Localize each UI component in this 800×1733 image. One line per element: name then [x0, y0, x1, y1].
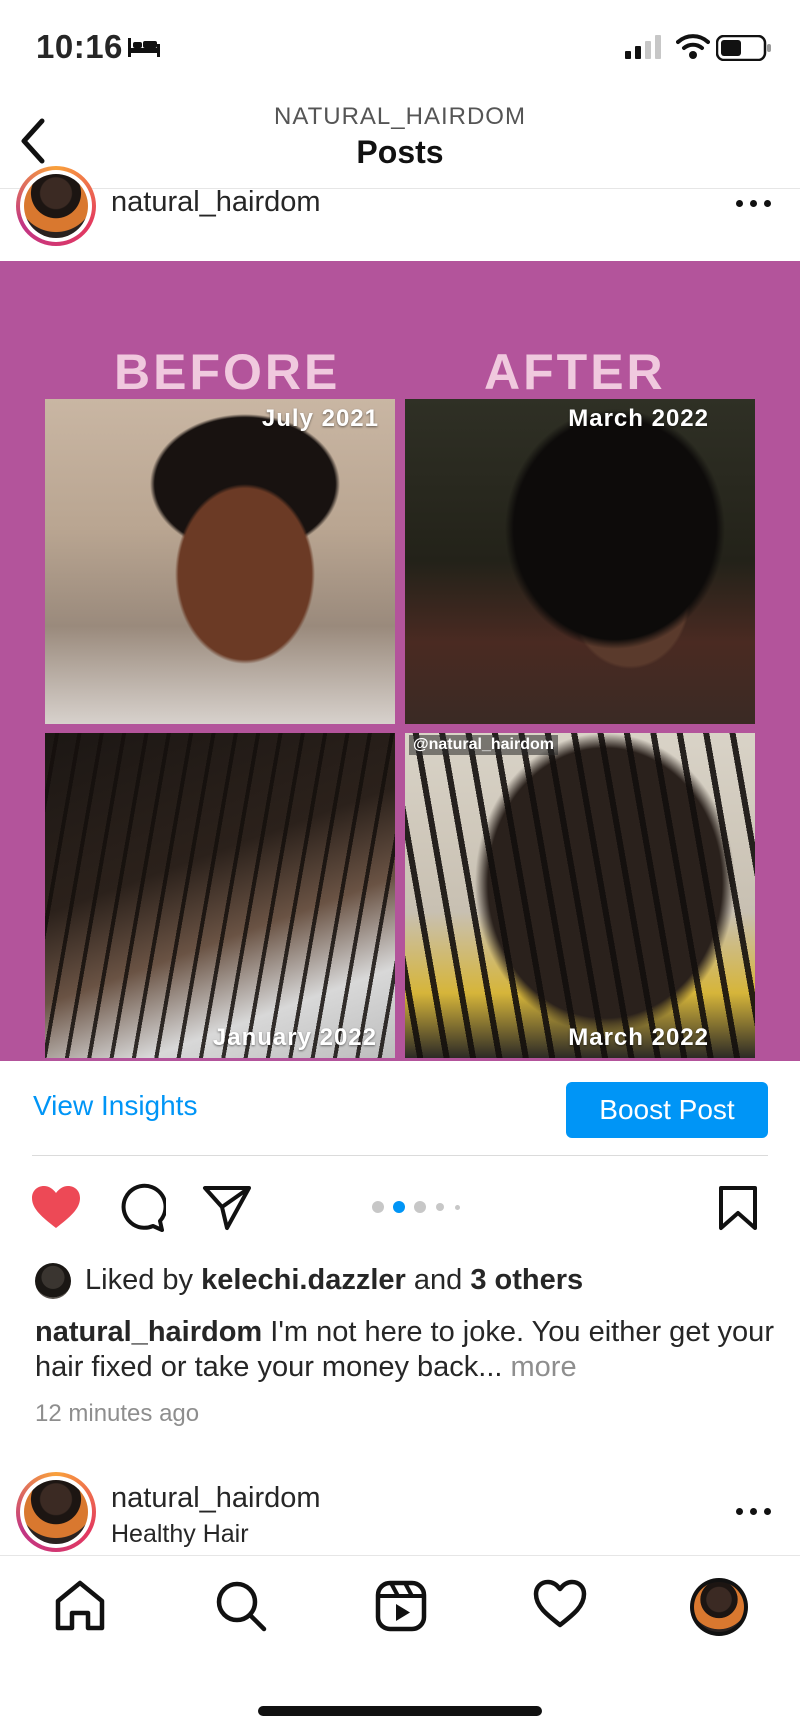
likes-prefix: Liked by [85, 1264, 194, 1296]
signal-icon [625, 35, 661, 59]
liker-username[interactable]: kelechi.dazzler [201, 1264, 406, 1296]
watermark: @natural_hairdom [409, 735, 558, 755]
post-caption: natural_hairdom I'm not here to joke. Yo… [35, 1315, 775, 1385]
comment-icon[interactable] [116, 1183, 166, 1233]
photo-date: March 2022 [568, 405, 709, 432]
post-image[interactable]: BEFORE AFTER July 2021 March 2022 Januar… [0, 261, 800, 1061]
next-post-username[interactable]: natural_hairdom [111, 1482, 321, 1515]
home-indicator[interactable] [258, 1706, 542, 1716]
photo-march-2022-b: @natural_hairdom March 2022 [405, 733, 755, 1058]
photo-date: March 2022 [568, 1024, 709, 1051]
liker-avatar[interactable] [35, 1263, 71, 1299]
post-username[interactable]: natural_hairdom [111, 186, 321, 219]
share-send-icon[interactable] [202, 1185, 252, 1231]
next-post-subtitle: Healthy Hair [111, 1520, 249, 1548]
reels-icon[interactable] [374, 1579, 428, 1633]
photo-date: January 2022 [212, 1024, 377, 1051]
battery-icon [716, 35, 771, 61]
photo-date: July 2021 [261, 405, 379, 432]
photo-march-2022-a: March 2022 [405, 399, 755, 724]
post-more-options-icon[interactable] [736, 200, 772, 210]
activity-heart-icon[interactable] [533, 1579, 587, 1629]
before-label: BEFORE [114, 344, 341, 400]
wifi-icon [676, 34, 710, 59]
status-time: 10:16 [36, 28, 123, 65]
after-label: AFTER [484, 344, 666, 400]
likes-others[interactable]: 3 others [470, 1264, 583, 1296]
bookmark-icon[interactable] [718, 1185, 758, 1231]
profile-avatar[interactable] [690, 1578, 748, 1636]
likes-connector: and [413, 1264, 463, 1296]
page-title: Posts [356, 134, 444, 170]
home-icon[interactable] [53, 1579, 107, 1633]
post-avatar[interactable] [16, 166, 96, 246]
divider [32, 1155, 768, 1156]
boost-post-button[interactable]: Boost Post [566, 1082, 768, 1138]
search-icon[interactable] [214, 1579, 268, 1633]
photo-january-2022: January 2022 [45, 733, 395, 1058]
header-subtitle: NATURAL_HAIRDOM [274, 103, 526, 130]
bed-icon [128, 38, 160, 57]
photo-july-2021: July 2021 [45, 399, 395, 724]
post-timestamp: 12 minutes ago [35, 1400, 200, 1427]
caption-more-link[interactable]: more [511, 1351, 577, 1383]
likes-summary[interactable]: Liked by kelechi.dazzler and 3 others [85, 1264, 583, 1297]
next-post-more-options-icon[interactable] [736, 1508, 772, 1518]
view-insights-link[interactable]: View Insights [33, 1090, 197, 1122]
next-post-avatar[interactable] [16, 1472, 96, 1552]
like-heart-icon[interactable] [30, 1184, 82, 1230]
caption-username[interactable]: natural_hairdom [35, 1316, 262, 1348]
